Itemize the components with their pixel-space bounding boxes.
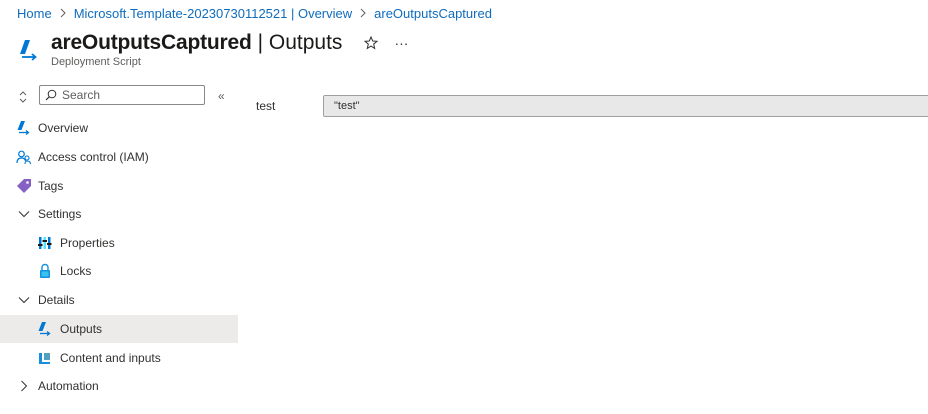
people-icon xyxy=(16,149,32,165)
output-value-field[interactable]: "test" xyxy=(323,95,928,117)
sidebar: « Overview Access control (IAM) xyxy=(0,82,238,414)
sidebar-group-automation[interactable]: Automation xyxy=(0,372,238,400)
breadcrumb: Home Microsoft.Template-20230730112521 |… xyxy=(17,5,492,21)
sidebar-item-properties[interactable]: Properties xyxy=(0,229,238,257)
chevron-down-icon xyxy=(16,292,32,308)
chevron-right-icon xyxy=(360,8,366,18)
sidebar-group-label: Automation xyxy=(38,379,99,393)
sidebar-group-label: Details xyxy=(38,293,75,307)
sidebar-search-box[interactable] xyxy=(39,85,205,105)
sidebar-item-label: Access control (IAM) xyxy=(38,150,149,164)
output-row: test "test" xyxy=(256,95,928,117)
sidebar-item-label: Properties xyxy=(60,236,115,250)
breadcrumb-template-overview[interactable]: Microsoft.Template-20230730112521 | Over… xyxy=(74,6,352,21)
deployment-script-icon xyxy=(20,40,37,61)
output-key: test xyxy=(256,99,276,113)
sidebar-item-label: Content and inputs xyxy=(60,351,161,365)
favorite-star-button[interactable] xyxy=(362,34,380,52)
collapse-sidebar-button[interactable]: « xyxy=(218,90,230,102)
breadcrumb-current-resource[interactable]: areOutputsCaptured xyxy=(374,6,492,21)
chevron-right-icon xyxy=(16,378,32,394)
expand-collapse-all-icon[interactable] xyxy=(18,90,28,104)
page-title-row: areOutputsCaptured Outputs ··· xyxy=(51,30,410,56)
sidebar-group-details[interactable]: Details xyxy=(0,286,238,314)
page-header: areOutputsCaptured Outputs ··· Deploymen… xyxy=(17,30,917,70)
sidebar-item-label: Outputs xyxy=(60,322,103,336)
deployment-script-icon xyxy=(16,120,32,136)
sidebar-group-settings[interactable]: Settings xyxy=(0,200,238,228)
more-actions-button[interactable]: ··· xyxy=(392,34,410,52)
sidebar-group-label: Settings xyxy=(38,207,82,221)
resource-type-subtitle: Deployment Script xyxy=(51,56,141,68)
search-icon xyxy=(45,89,57,101)
sidebar-item-overview[interactable]: Overview xyxy=(0,114,238,142)
sidebar-item-tags[interactable]: Tags xyxy=(0,172,238,200)
deployment-script-icon xyxy=(37,321,53,337)
sidebar-item-label: Tags xyxy=(38,179,64,193)
sidebar-item-label: Locks xyxy=(60,264,92,278)
sidebar-item-content-and-inputs[interactable]: Content and inputs xyxy=(0,344,238,372)
sidebar-item-label: Overview xyxy=(38,121,89,135)
lock-icon xyxy=(37,263,53,279)
sidebar-item-locks[interactable]: Locks xyxy=(0,257,238,285)
page-title: areOutputsCaptured xyxy=(51,31,252,54)
sidebar-search-input[interactable] xyxy=(62,88,192,102)
sidebar-item-access-control[interactable]: Access control (IAM) xyxy=(0,143,238,171)
properties-icon xyxy=(37,235,53,251)
page-section-title: Outputs xyxy=(258,31,343,55)
sidebar-item-outputs[interactable]: Outputs xyxy=(0,315,238,343)
star-icon xyxy=(364,36,379,50)
content-icon xyxy=(37,350,53,366)
chevron-down-icon xyxy=(16,206,32,222)
tag-icon xyxy=(16,178,32,194)
chevron-right-icon xyxy=(60,8,66,18)
sidebar-search-row: « xyxy=(0,85,238,107)
breadcrumb-home[interactable]: Home xyxy=(17,6,52,21)
